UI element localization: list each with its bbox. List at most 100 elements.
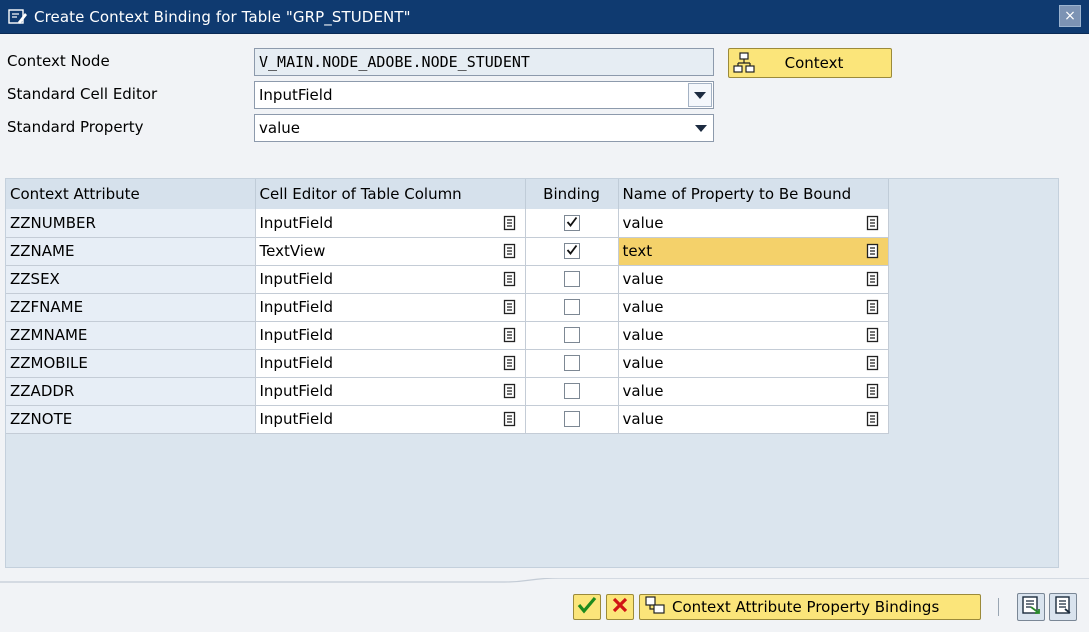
table-row[interactable]: ZZNUMBER InputField value xyxy=(6,209,889,238)
property-name: value xyxy=(622,410,664,428)
value-help-icon[interactable] xyxy=(866,299,880,315)
cell-editor-cell[interactable]: InputField xyxy=(255,265,526,294)
property-cell[interactable]: value xyxy=(618,293,889,322)
table-row[interactable]: ZZNAME TextView text xyxy=(6,237,889,266)
cell-editor-select[interactable]: InputField xyxy=(254,81,714,109)
binding-checkbox[interactable] xyxy=(563,299,580,315)
attribute-cell[interactable]: ZZADDR xyxy=(6,377,256,406)
binding-cell xyxy=(525,349,619,378)
table-header-row: Context Attribute Cell Editor of Table C… xyxy=(6,179,889,209)
hierarchy-icon xyxy=(733,52,755,74)
property-name: text xyxy=(622,242,653,260)
value-help-icon[interactable] xyxy=(866,411,880,427)
checkmark-icon xyxy=(566,242,578,260)
local-layout-button[interactable] xyxy=(1017,593,1045,621)
cell-editor-cell[interactable]: TextView xyxy=(255,237,526,266)
cell-editor-name: InputField xyxy=(259,213,333,232)
cell-editor-name: TextView xyxy=(259,242,326,260)
value-help-icon[interactable] xyxy=(503,327,517,343)
cell-editor-cell[interactable]: InputField xyxy=(255,377,526,406)
cancel-x-icon xyxy=(611,596,629,618)
property-name: value xyxy=(622,213,664,232)
bindings-icon xyxy=(644,595,666,619)
cell-editor-name: InputField xyxy=(259,270,333,288)
attribute-name: ZZADDR xyxy=(10,382,75,400)
value-help-icon[interactable] xyxy=(503,299,517,315)
property-cell[interactable]: value xyxy=(618,265,889,294)
value-help-icon[interactable] xyxy=(866,383,880,399)
table-row[interactable]: ZZADDR InputField value xyxy=(6,377,889,406)
table-row[interactable]: ZZMNAME InputField value xyxy=(6,321,889,350)
binding-table: Context Attribute Cell Editor of Table C… xyxy=(6,179,889,434)
property-cell[interactable]: value xyxy=(618,209,889,238)
binding-cell xyxy=(525,265,619,294)
value-help-icon[interactable] xyxy=(866,355,880,371)
dropdown-arrow-icon[interactable] xyxy=(688,83,712,107)
table-row[interactable]: ZZFNAME InputField value xyxy=(6,293,889,322)
value-help-icon[interactable] xyxy=(503,215,517,231)
context-attribute-property-bindings-button[interactable]: Context Attribute Property Bindings xyxy=(639,594,981,620)
value-help-icon[interactable] xyxy=(503,355,517,371)
window-title: Create Context Binding for Table "GRP_ST… xyxy=(34,7,411,26)
cell-editor-cell[interactable]: InputField xyxy=(255,321,526,350)
property-label: Standard Property xyxy=(7,118,144,136)
column-header-binding[interactable]: Binding xyxy=(525,179,619,209)
value-help-icon[interactable] xyxy=(503,383,517,399)
context-node-label: Context Node xyxy=(7,52,110,70)
cell-editor-cell[interactable]: InputField xyxy=(255,209,526,238)
cell-editor-name: InputField xyxy=(259,354,333,372)
binding-table-area: Context Attribute Cell Editor of Table C… xyxy=(5,178,1059,568)
context-button[interactable]: Context xyxy=(728,48,892,78)
column-header-editor[interactable]: Cell Editor of Table Column xyxy=(255,179,526,209)
property-cell[interactable]: value xyxy=(618,321,889,350)
cell-editor-cell[interactable]: InputField xyxy=(255,349,526,378)
attribute-cell[interactable]: ZZFNAME xyxy=(6,293,256,322)
value-help-icon[interactable] xyxy=(866,243,880,259)
cell-editor-label: Standard Cell Editor xyxy=(7,85,158,103)
cell-editor-name: InputField xyxy=(259,382,333,400)
property-cell[interactable]: text xyxy=(618,237,889,266)
table-row[interactable]: ZZSEX InputField value xyxy=(6,265,889,294)
value-help-icon[interactable] xyxy=(866,215,880,231)
table-row[interactable]: ZZNOTE InputField value xyxy=(6,405,889,434)
attribute-cell[interactable]: ZZNAME xyxy=(6,237,256,266)
checkmark-icon xyxy=(566,214,578,232)
value-help-icon[interactable] xyxy=(503,243,517,259)
column-header-attribute[interactable]: Context Attribute xyxy=(6,179,256,209)
property-cell[interactable]: value xyxy=(618,349,889,378)
property-cell[interactable]: value xyxy=(618,405,889,434)
close-button[interactable]: × xyxy=(1059,5,1081,27)
binding-checkbox[interactable] xyxy=(563,411,580,427)
property-name: value xyxy=(622,354,664,372)
attribute-cell[interactable]: ZZMOBILE xyxy=(6,349,256,378)
value-help-icon[interactable] xyxy=(866,327,880,343)
table-row[interactable]: ZZMOBILE InputField value xyxy=(6,349,889,378)
binding-checkbox[interactable] xyxy=(563,214,580,232)
cell-editor-cell[interactable]: InputField xyxy=(255,293,526,322)
property-value: value xyxy=(259,119,300,137)
value-help-icon[interactable] xyxy=(503,271,517,287)
attribute-cell[interactable]: ZZNUMBER xyxy=(6,209,256,238)
value-help-icon[interactable] xyxy=(503,411,517,427)
property-cell[interactable]: value xyxy=(618,377,889,406)
binding-cell xyxy=(525,293,619,322)
dropdown-arrow-icon[interactable] xyxy=(689,116,713,140)
print-button[interactable] xyxy=(1049,593,1077,621)
binding-checkbox[interactable] xyxy=(563,271,580,287)
cell-editor-cell[interactable]: InputField xyxy=(255,405,526,434)
cancel-button[interactable] xyxy=(606,594,634,620)
binding-checkbox[interactable] xyxy=(563,327,580,343)
binding-checkbox[interactable] xyxy=(563,383,580,399)
value-help-icon[interactable] xyxy=(866,271,880,287)
binding-cell xyxy=(525,321,619,350)
confirm-button[interactable] xyxy=(573,594,601,620)
binding-checkbox[interactable] xyxy=(563,242,580,260)
attribute-cell[interactable]: ZZSEX xyxy=(6,265,256,294)
cell-editor-name: InputField xyxy=(259,326,333,344)
property-select[interactable]: value xyxy=(254,114,714,142)
attribute-cell[interactable]: ZZNOTE xyxy=(6,405,256,434)
column-header-property[interactable]: Name of Property to Be Bound xyxy=(618,179,889,209)
bindings-button-label: Context Attribute Property Bindings xyxy=(672,598,940,616)
attribute-cell[interactable]: ZZMNAME xyxy=(6,321,256,350)
binding-checkbox[interactable] xyxy=(563,355,580,371)
